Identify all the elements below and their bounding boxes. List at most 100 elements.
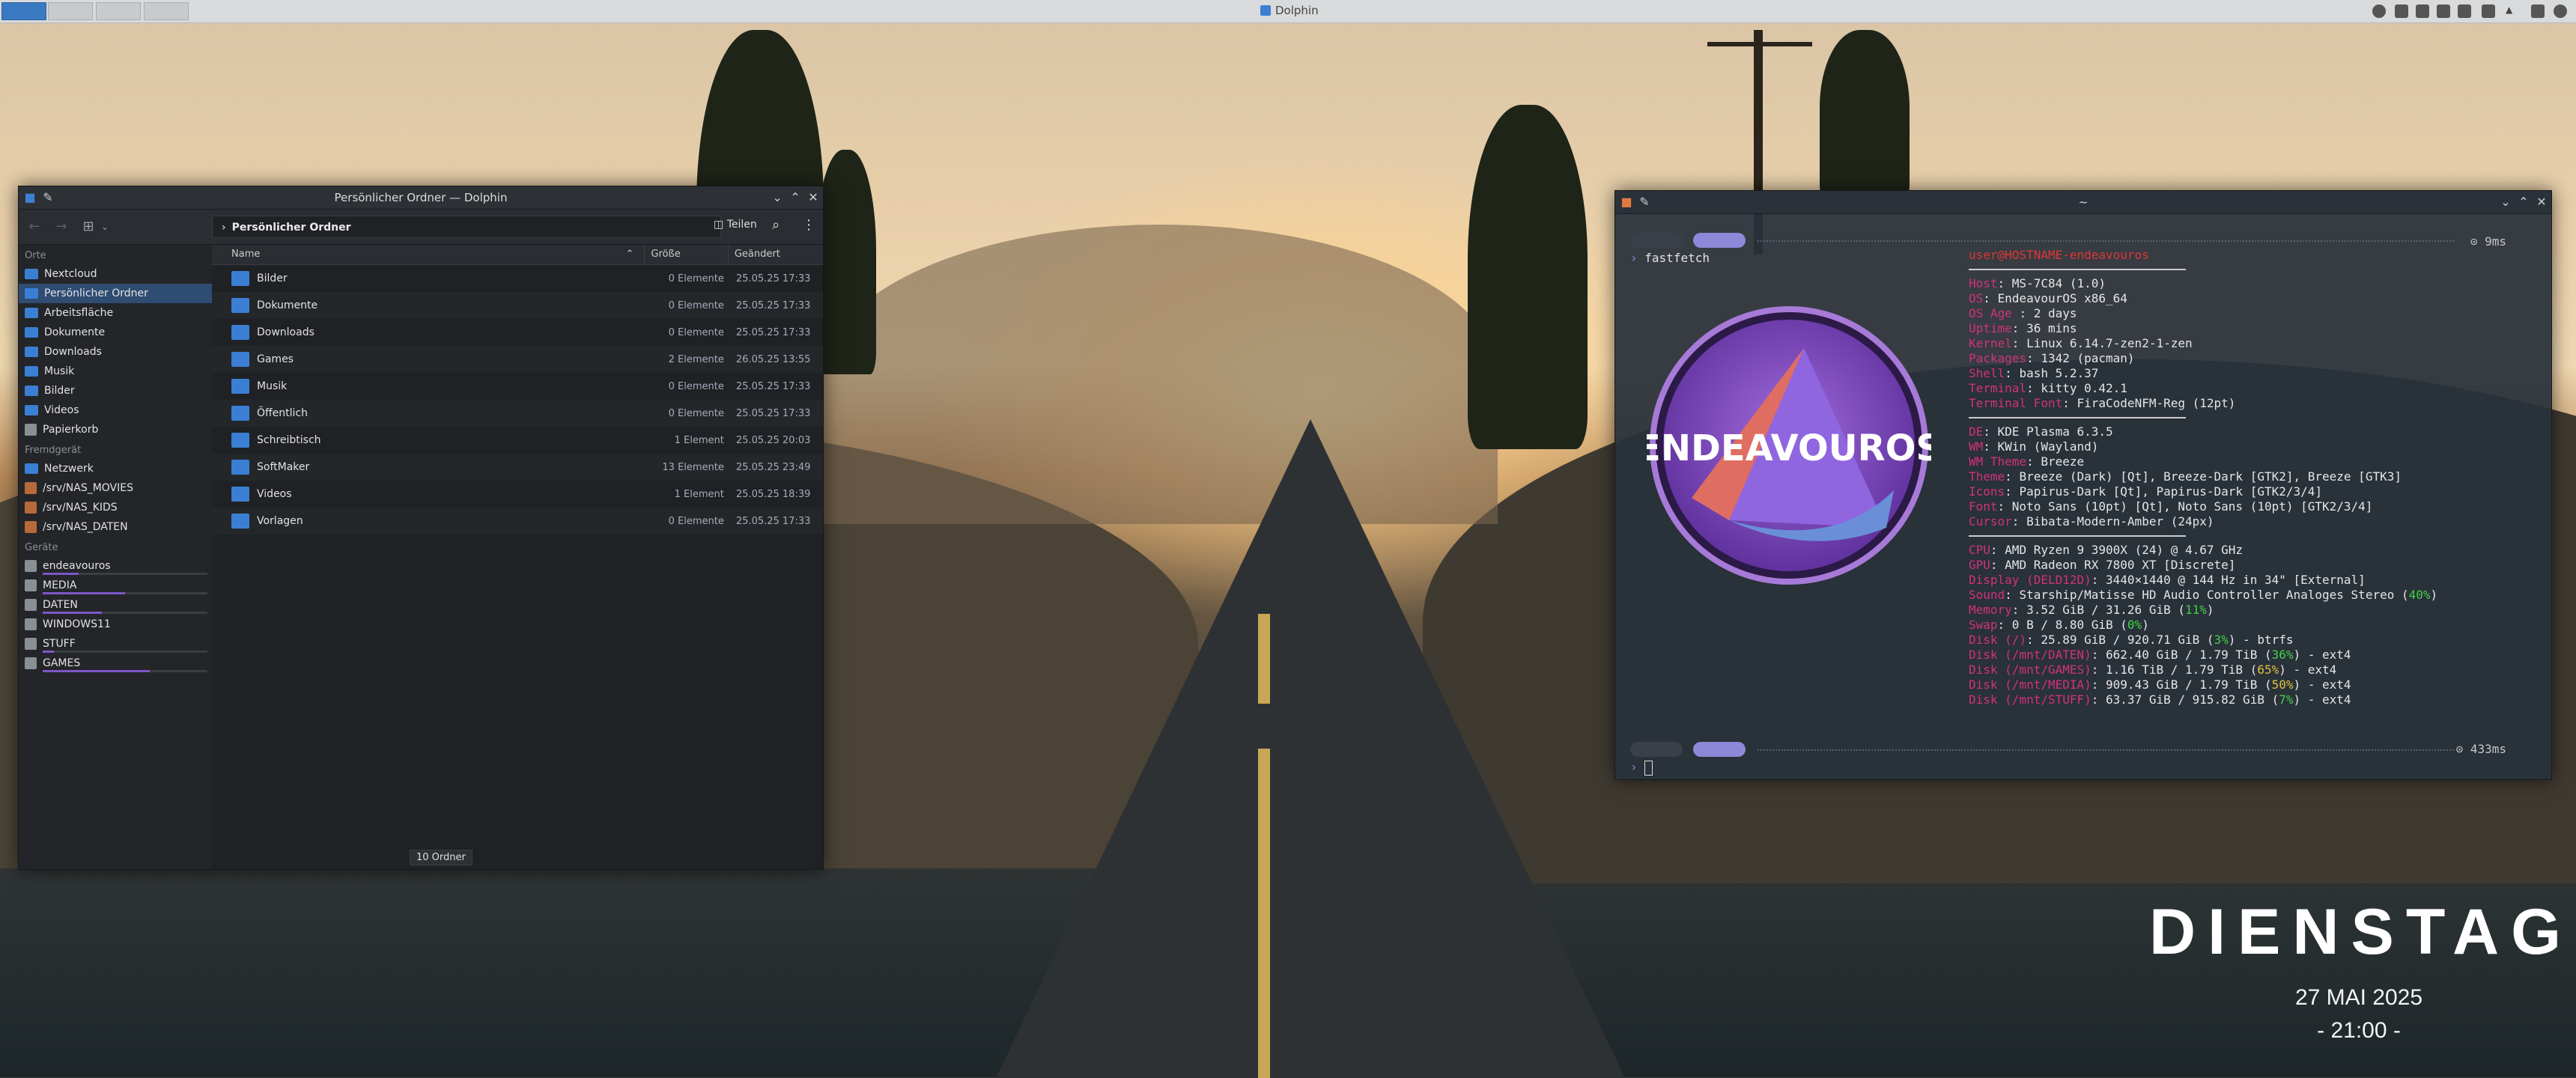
device-item[interactable]: STUFF xyxy=(19,634,212,654)
prompt-filler xyxy=(1758,749,2454,751)
info-line: CPU: AMD Ryzen 9 3900X (24) @ 4.67 GHz xyxy=(1969,543,2437,558)
info-key: Kernel xyxy=(1969,336,2012,350)
section-devices: Geräte xyxy=(25,542,58,553)
column-size[interactable]: Größe xyxy=(644,245,727,264)
lock-icon[interactable] xyxy=(2531,4,2545,18)
close-button[interactable]: ✕ xyxy=(806,191,820,204)
chevron-up-icon[interactable]: ▲ xyxy=(2506,4,2519,18)
info-key: CPU xyxy=(1969,543,1990,557)
virtual-desktop-2[interactable] xyxy=(48,2,93,20)
place-item[interactable]: Bilder xyxy=(19,381,212,401)
clipboard-icon[interactable] xyxy=(2437,4,2450,18)
usage-bar xyxy=(43,592,207,594)
place-item[interactable]: Nextcloud xyxy=(19,264,212,284)
bluetooth-icon[interactable] xyxy=(2416,4,2429,18)
chevron-right-icon: › xyxy=(222,222,226,234)
virtual-desktop-3[interactable] xyxy=(96,2,141,20)
breadcrumb[interactable]: › Persönlicher Ordner xyxy=(212,216,721,238)
view-mode-icon[interactable]: ⊞ xyxy=(80,219,97,235)
split-button[interactable]: ◫ Teilen xyxy=(714,219,757,231)
device-item[interactable]: MEDIA xyxy=(19,576,212,595)
file-row[interactable]: Bilder 0 Elemente 25.05.25 17:33 xyxy=(212,265,823,292)
file-row[interactable]: Musik 0 Elemente 25.05.25 17:33 xyxy=(212,373,823,400)
minimize-button[interactable]: ⌄ xyxy=(771,191,784,204)
place-item[interactable]: Downloads xyxy=(19,342,212,362)
titlebar[interactable]: ■ ✎ ~ ⌄ ⌃ ✕ xyxy=(1615,191,2551,214)
info-line: Disk (/mnt/DATEN): 662.40 GiB / 1.79 TiB… xyxy=(1969,648,2437,663)
device-item[interactable]: WINDOWS11 xyxy=(19,615,212,634)
chevron-down-icon[interactable]: ⌄ xyxy=(97,219,113,235)
forward-icon[interactable]: → xyxy=(53,219,70,235)
file-size: 0 Elemente xyxy=(668,515,724,527)
info-key: Packages xyxy=(1969,351,2027,365)
file-size: 0 Elemente xyxy=(668,407,724,419)
info-percent: 50% xyxy=(2271,677,2294,692)
maximize-button[interactable]: ⌃ xyxy=(789,191,802,204)
device-item[interactable]: DATEN xyxy=(19,595,212,615)
hamburger-menu-icon[interactable]: ⋮ xyxy=(802,217,815,233)
network-share-icon xyxy=(25,521,37,533)
file-name: Games xyxy=(257,353,294,365)
user-icon[interactable] xyxy=(2372,4,2386,18)
place-item[interactable]: Musik xyxy=(19,362,212,381)
back-icon[interactable]: ← xyxy=(26,219,43,235)
usage-bar xyxy=(43,670,207,672)
info-key: Sound xyxy=(1969,588,2005,602)
maximize-button[interactable]: ⌃ xyxy=(2517,195,2530,209)
power-icon[interactable] xyxy=(2554,4,2567,18)
virtual-desktop-1[interactable] xyxy=(1,2,46,20)
close-button[interactable]: ✕ xyxy=(2535,195,2548,209)
device-item[interactable]: GAMES xyxy=(19,654,212,673)
file-row[interactable]: Öffentlich 0 Elemente 25.05.25 17:33 xyxy=(212,400,823,427)
place-label: Persönlicher Ordner xyxy=(44,287,148,299)
usage-fill xyxy=(43,670,150,672)
remote-item[interactable]: /srv/NAS_KIDS xyxy=(19,498,212,517)
info-line: DE: KDE Plasma 6.3.5 xyxy=(1969,424,2437,439)
remote-item[interactable]: /srv/NAS_MOVIES xyxy=(19,478,212,498)
column-name-label: Name xyxy=(231,249,261,260)
file-row[interactable]: Dokumente 0 Elemente 25.05.25 17:33 xyxy=(212,292,823,319)
column-name[interactable]: Name ⌃ xyxy=(212,245,644,264)
folder-templates-icon xyxy=(231,514,249,529)
virtual-desktop-4[interactable] xyxy=(144,2,189,20)
titlebar[interactable]: ■ ✎ Persönlicher Ordner — Dolphin ⌄ ⌃ ✕ xyxy=(19,186,823,210)
device-item[interactable]: endeavouros xyxy=(19,556,212,576)
network-share-icon xyxy=(25,502,37,514)
info-value: : KWin (Wayland) xyxy=(1983,439,2099,454)
info-line: Packages: 1342 (pacman) xyxy=(1969,351,2437,366)
place-item[interactable]: Persönlicher Ordner xyxy=(19,284,212,303)
volume-icon[interactable] xyxy=(2458,4,2471,18)
file-row[interactable]: Downloads 0 Elemente 25.05.25 17:33 xyxy=(212,319,823,346)
file-size: 0 Elemente xyxy=(668,326,724,338)
info-value: : Breeze (Dark) [Qt], Breeze-Dark [GTK2]… xyxy=(2005,469,2402,484)
search-icon[interactable]: ⌕ xyxy=(772,217,780,233)
folder-downloads-icon xyxy=(231,325,249,340)
place-item[interactable]: Dokumente xyxy=(19,323,212,342)
input-prompt[interactable]: › xyxy=(1630,760,1653,776)
info-value: : 3440×1440 @ 144 Hz in 34" [External] xyxy=(2091,573,2366,587)
prompt-bar-top xyxy=(1630,233,2536,249)
info-line: OS: EndeavourOS x86_64 xyxy=(1969,291,2437,306)
remote-item[interactable]: /srv/NAS_DATEN xyxy=(19,517,212,537)
file-row[interactable]: SoftMaker 13 Elemente 25.05.25 23:49 xyxy=(212,454,823,481)
file-row[interactable]: Schreibtisch 1 Element 25.05.25 20:03 xyxy=(212,427,823,454)
clock-date: 27 MAI 2025 xyxy=(2294,985,2423,1010)
file-row[interactable]: Games 2 Elemente 26.05.25 13:55 xyxy=(212,346,823,373)
column-modified[interactable]: Geändert xyxy=(727,245,823,264)
folder-count: 10 Ordner xyxy=(410,850,473,865)
place-label: Arbeitsfläche xyxy=(44,307,114,319)
file-row[interactable]: Vorlagen 0 Elemente 25.05.25 17:33 xyxy=(212,508,823,535)
display-icon[interactable] xyxy=(2482,4,2495,18)
file-row[interactable]: Videos 1 Element 25.05.25 18:39 xyxy=(212,481,823,508)
remote-item[interactable]: Netzwerk xyxy=(19,459,212,478)
info-line: Terminal: kitty 0.42.1 xyxy=(1969,381,2437,396)
place-item[interactable]: Videos xyxy=(19,401,212,420)
minimize-button[interactable]: ⌄ xyxy=(2499,195,2512,209)
info-value: : AMD Radeon RX 7800 XT [Discrete] xyxy=(1990,558,2236,572)
taskbar-item-dolphin[interactable]: Dolphin xyxy=(1260,4,1319,17)
terminal-window: ■ ✎ ~ ⌄ ⌃ ✕ ⊙ 9ms › fastfetch ENDEAVOURO… xyxy=(1614,190,2552,780)
place-item[interactable]: Papierkorb xyxy=(19,420,212,439)
network-icon[interactable] xyxy=(2395,4,2408,18)
info-value: : kitty 0.42.1 xyxy=(2026,381,2127,395)
place-item[interactable]: Arbeitsfläche xyxy=(19,303,212,323)
